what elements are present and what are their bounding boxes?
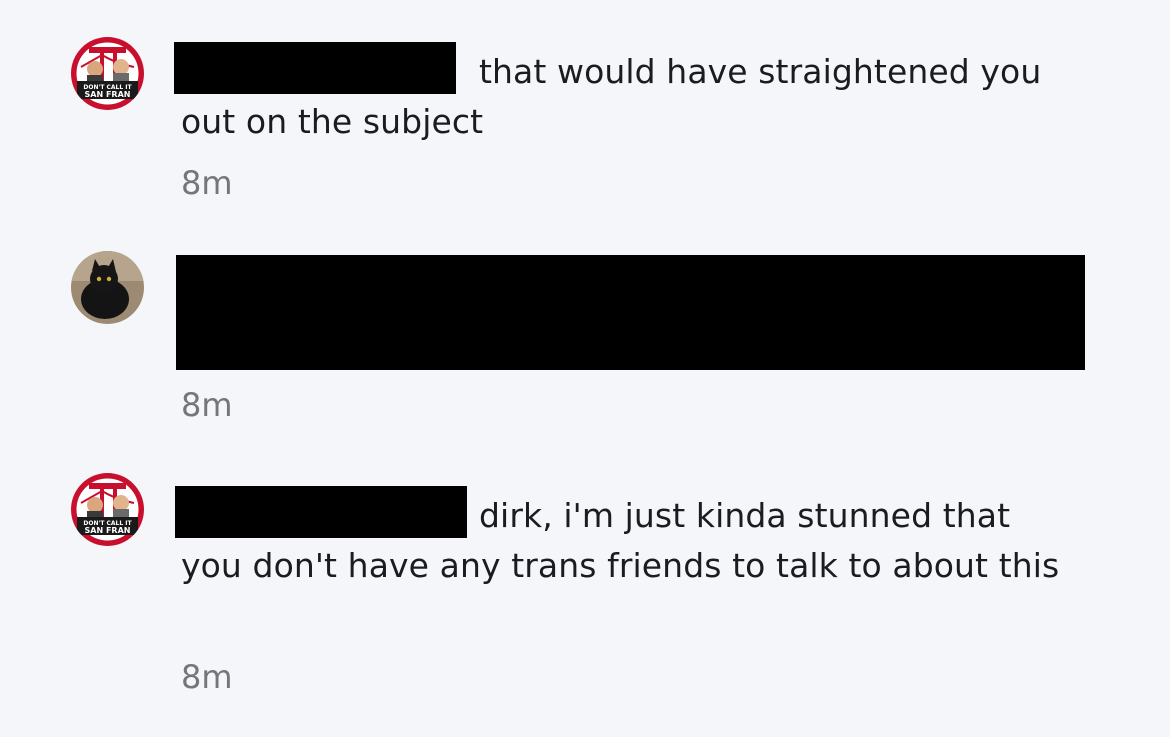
svg-text:SAN FRAN: SAN FRAN	[85, 526, 131, 535]
comment-text: that would have straightened you out on …	[181, 52, 1042, 141]
comment-text: dirk, i'm just kinda stunned that you do…	[181, 496, 1060, 585]
podcast-logo-avatar-icon[interactable]: DON'T CALL IT SAN FRAN	[71, 473, 144, 546]
comment-timestamp: 8m	[181, 658, 233, 696]
redacted-comment	[176, 255, 1085, 370]
comment-timestamp: 8m	[181, 386, 233, 424]
comment-item: DON'T CALL IT SAN FRAN dirk, i'm just ki…	[0, 455, 1170, 737]
comment-item: 8m	[0, 215, 1170, 455]
black-cat-avatar-icon[interactable]	[71, 251, 144, 324]
comment-item: DON'T CALL IT SAN FRAN that would have s…	[0, 0, 1170, 215]
podcast-logo-avatar-icon[interactable]: DON'T CALL IT SAN FRAN	[71, 37, 144, 110]
svg-text:SAN FRAN: SAN FRAN	[85, 90, 131, 99]
comment-timestamp: 8m	[181, 164, 233, 202]
